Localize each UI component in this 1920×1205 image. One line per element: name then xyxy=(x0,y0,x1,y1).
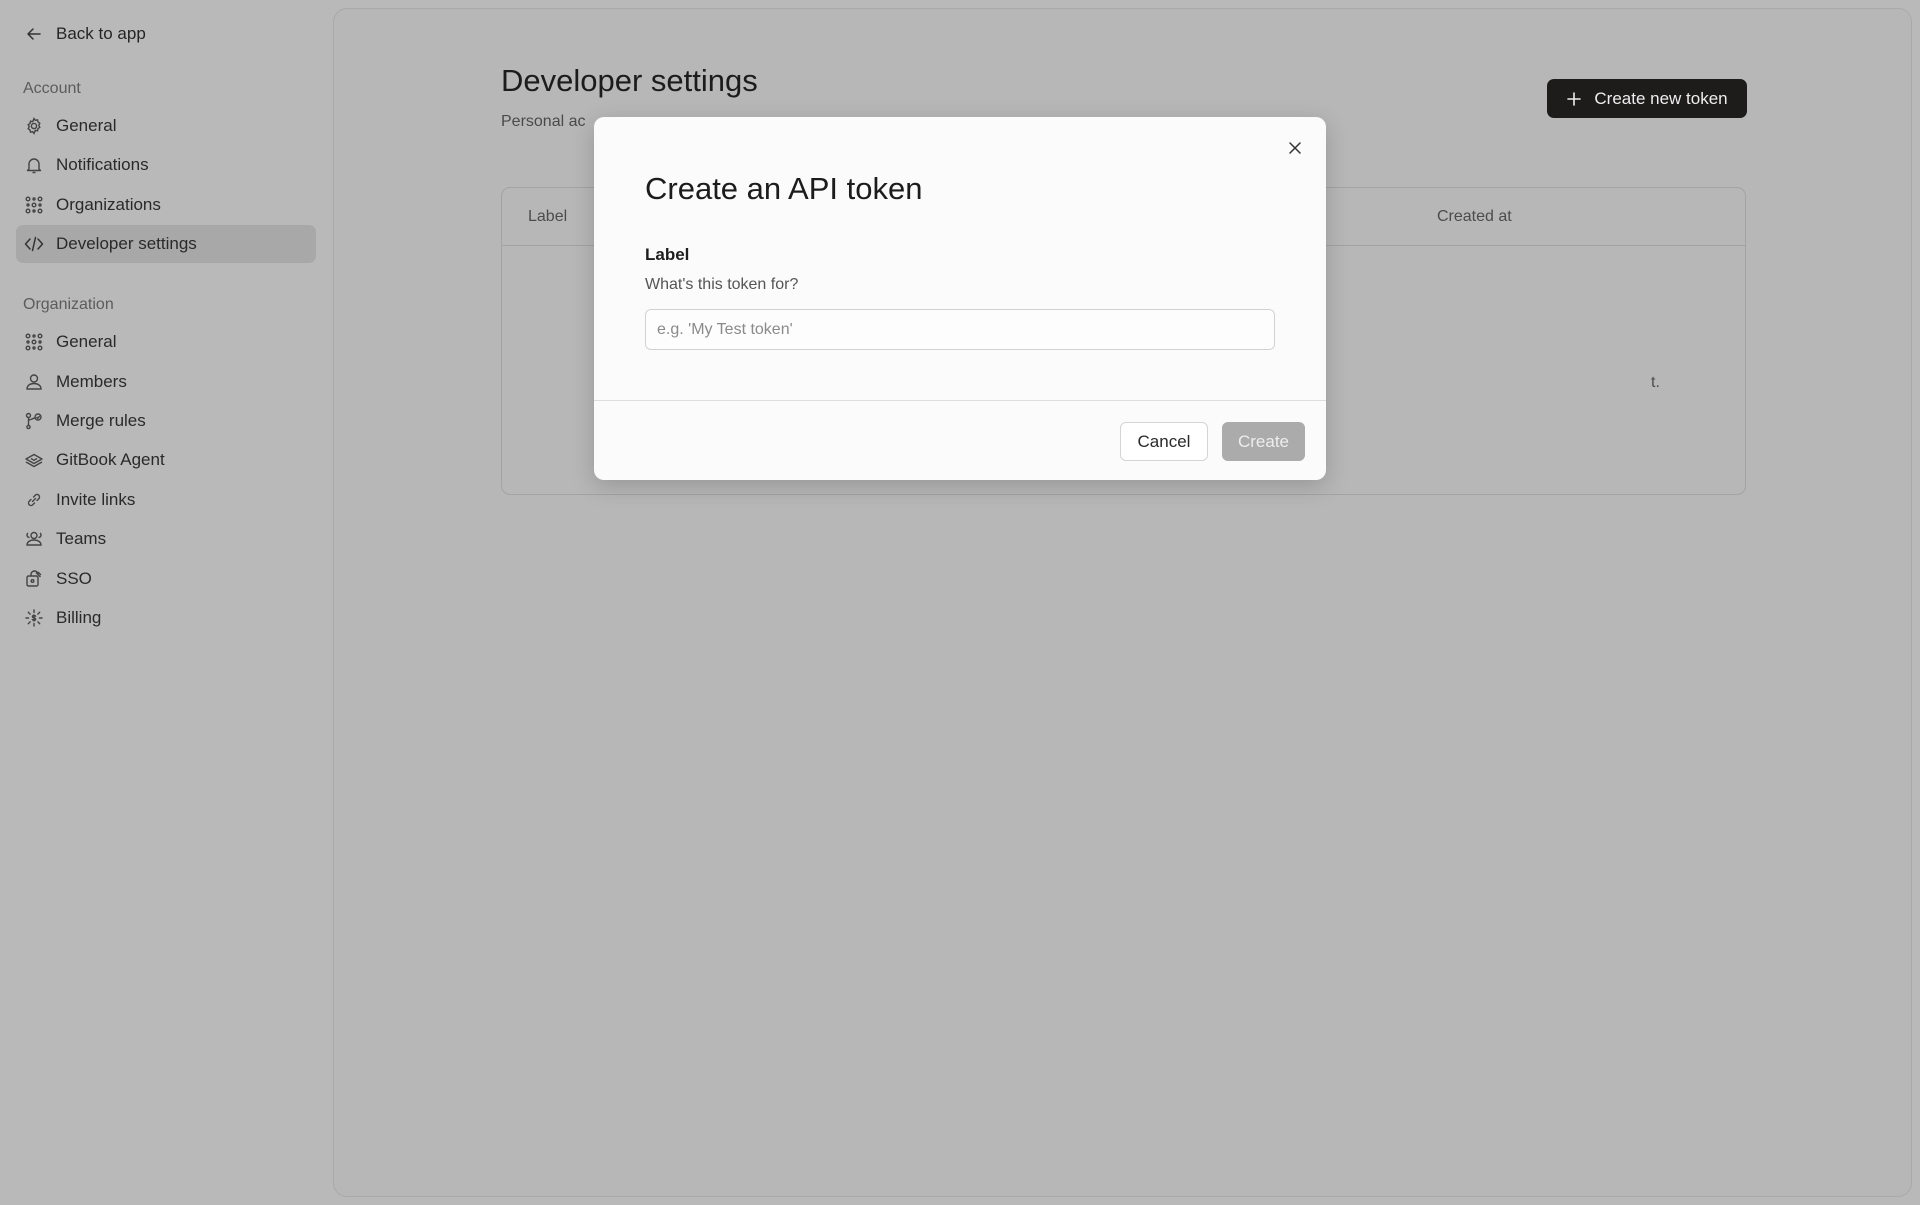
label-field-help: What's this token for? xyxy=(645,276,799,293)
page-subtitle: Personal ac xyxy=(501,113,586,130)
sidebar-item-organizations[interactable]: Organizations xyxy=(16,186,316,224)
close-icon xyxy=(1289,142,1301,154)
sidebar-item-label: Developer settings xyxy=(56,234,197,254)
bell-icon xyxy=(24,155,44,175)
back-to-app-label: Back to app xyxy=(56,24,146,43)
teams-icon xyxy=(24,529,44,549)
create-button[interactable]: Create xyxy=(1222,422,1305,461)
sidebar-item-label: Members xyxy=(56,371,127,391)
close-button[interactable] xyxy=(1286,139,1304,157)
sidebar-item-sso[interactable]: SSO xyxy=(16,560,316,598)
organization-section-heading: Organization xyxy=(23,296,114,314)
create-new-token-label: Create new token xyxy=(1594,88,1728,108)
sidebar-item-label: Billing xyxy=(56,607,102,627)
arrow-left-icon xyxy=(27,28,41,40)
empty-state-text: t. xyxy=(1651,374,1660,391)
create-api-token-dialog: Create an API token Label What's this to… xyxy=(594,117,1326,480)
settings-sidebar: Back to app Account General Notification… xyxy=(0,0,332,1205)
label-field-label: Label xyxy=(645,245,690,264)
sidebar-item-account-general[interactable]: General xyxy=(16,107,316,145)
page-title: Developer settings xyxy=(501,63,758,98)
sidebar-item-label: Invite links xyxy=(56,489,136,509)
dialog-divider xyxy=(594,400,1326,401)
back-to-app-link[interactable]: Back to app xyxy=(16,16,316,52)
sidebar-item-label: SSO xyxy=(56,568,92,588)
link-icon xyxy=(24,490,44,510)
sidebar-item-merge-rules[interactable]: Merge rules xyxy=(16,402,316,440)
sidebar-item-label: GitBook Agent xyxy=(56,450,165,470)
account-nav: General Notifications Organizations Deve… xyxy=(16,107,316,264)
gear-icon xyxy=(24,116,44,136)
column-header-label: Label xyxy=(528,208,568,225)
billing-icon xyxy=(24,608,44,628)
sidebar-item-members[interactable]: Members xyxy=(16,363,316,401)
sidebar-item-label: Teams xyxy=(56,529,107,549)
create-new-token-button[interactable]: Create new token xyxy=(1547,79,1747,118)
sso-icon xyxy=(24,569,44,589)
sidebar-item-developer-settings[interactable]: Developer settings xyxy=(16,225,316,264)
sidebar-item-invite-links[interactable]: Invite links xyxy=(16,481,316,519)
dialog-title: Create an API token xyxy=(645,171,923,206)
sidebar-item-gitbook-agent[interactable]: GitBook Agent xyxy=(16,441,316,479)
sidebar-item-notifications[interactable]: Notifications xyxy=(16,146,316,184)
sidebar-item-label: Notifications xyxy=(56,155,149,175)
sidebar-item-label: Merge rules xyxy=(56,410,146,430)
sidebar-item-label: General xyxy=(56,332,117,352)
sidebar-item-billing[interactable]: Billing xyxy=(16,599,316,637)
column-header-created-at: Created at xyxy=(1437,208,1512,225)
code-icon xyxy=(24,234,44,254)
sidebar-item-teams[interactable]: Teams xyxy=(16,520,316,558)
member-icon xyxy=(24,372,44,392)
sidebar-item-label: General xyxy=(56,116,117,135)
sidebar-item-org-general[interactable]: General xyxy=(16,323,316,361)
plus-icon xyxy=(1567,91,1582,106)
account-section-heading: Account xyxy=(23,80,81,97)
organizations-icon xyxy=(24,332,44,352)
sidebar-item-label: Organizations xyxy=(56,194,161,214)
token-label-input[interactable] xyxy=(645,309,1275,350)
cancel-button[interactable]: Cancel xyxy=(1120,422,1208,461)
agent-icon xyxy=(24,450,44,470)
merge-icon xyxy=(24,411,44,431)
organizations-icon xyxy=(24,195,44,215)
organization-nav: General Members Merge rules GitBook Agen… xyxy=(16,323,316,637)
